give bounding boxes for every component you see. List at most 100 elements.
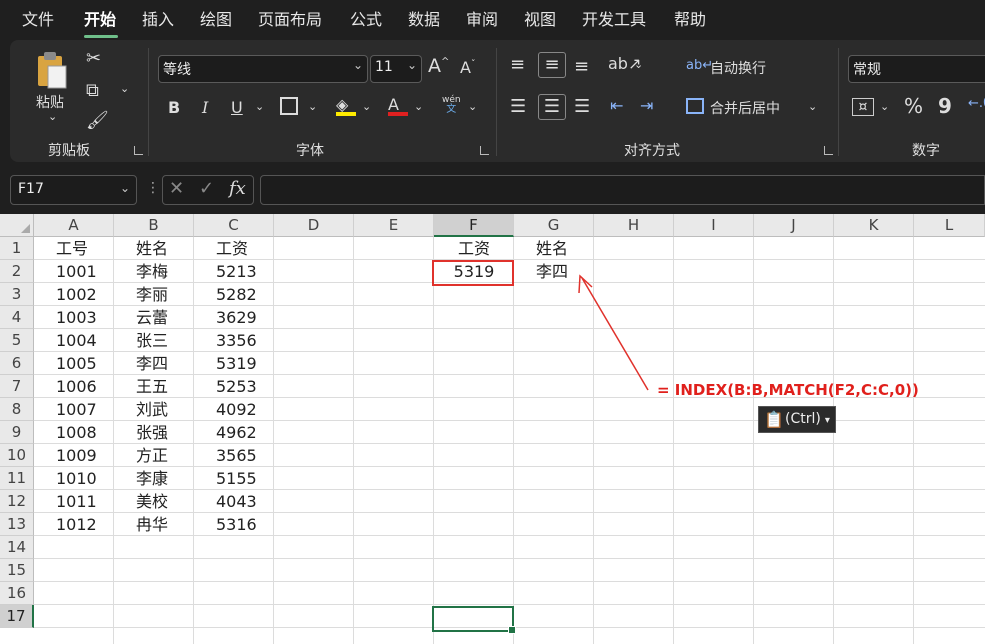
borders-icon[interactable] — [280, 97, 298, 115]
align-left-icon[interactable]: ☰ — [510, 96, 526, 117]
row-header-7[interactable]: 7 — [0, 375, 34, 398]
column-header-a[interactable]: A — [34, 214, 114, 237]
align-bottom-icon[interactable]: ≡ — [574, 56, 589, 77]
row-header-9[interactable]: 9 — [0, 421, 34, 444]
formula-input[interactable] — [260, 175, 985, 205]
tab-draw[interactable]: 绘图 — [200, 10, 232, 30]
row-header-8[interactable]: 8 — [0, 398, 34, 421]
row-header-12[interactable]: 12 — [0, 490, 34, 513]
increase-indent-icon[interactable]: ⇥ — [640, 96, 653, 115]
column-header-k[interactable]: K — [834, 214, 914, 237]
cell-id[interactable]: 1012 — [56, 513, 97, 536]
cell-name[interactable]: 方正 — [136, 444, 168, 467]
font-launcher-icon[interactable] — [480, 146, 489, 155]
percent-icon[interactable]: % — [904, 94, 923, 118]
cell-id[interactable]: 1003 — [56, 306, 97, 329]
more-options-icon[interactable]: ⋮ — [146, 180, 160, 196]
paste-button[interactable] — [34, 50, 72, 90]
tab-developer[interactable]: 开发工具 — [582, 10, 646, 30]
clipboard-launcher-icon[interactable] — [134, 146, 143, 155]
cut-icon[interactable]: ✂ — [86, 48, 101, 69]
cell-salary[interactable]: 5213 — [216, 260, 257, 283]
select-all-button[interactable] — [0, 214, 34, 237]
cell-salary[interactable]: 5155 — [216, 467, 257, 490]
name-box[interactable]: F17 ⌄ — [10, 175, 137, 205]
active-cell-selection[interactable] — [432, 606, 516, 634]
cell-salary[interactable]: 5282 — [216, 283, 257, 306]
currency-chevron-icon[interactable]: ⌄ — [880, 100, 889, 113]
increase-font-size-icon[interactable]: A^ — [428, 55, 449, 77]
paste-chevron-icon[interactable]: ⌄ — [48, 110, 57, 123]
row-header-17[interactable]: 17 — [0, 605, 34, 628]
cancel-icon[interactable]: ✕ — [169, 178, 184, 199]
format-painter-icon[interactable]: 🖌 — [86, 110, 109, 131]
tab-data[interactable]: 数据 — [408, 10, 440, 30]
cell-id[interactable]: 1007 — [56, 398, 97, 421]
cell-salary[interactable]: 4092 — [216, 398, 257, 421]
cell-salary[interactable]: 5319 — [216, 352, 257, 375]
wrap-text-button[interactable]: 自动换行 — [710, 58, 766, 78]
row-header-6[interactable]: 6 — [0, 352, 34, 375]
lookup-header-salary[interactable]: 工资 — [434, 237, 514, 260]
cell-name[interactable]: 李丽 — [136, 283, 168, 306]
tab-review[interactable]: 审阅 — [466, 10, 498, 30]
column-header-i[interactable]: I — [674, 214, 754, 237]
tab-home[interactable]: 开始 — [84, 10, 116, 30]
column-header-h[interactable]: H — [594, 214, 674, 237]
tab-file[interactable]: 文件 — [22, 10, 54, 30]
row-header-13[interactable]: 13 — [0, 513, 34, 536]
font-size-select[interactable]: 11 ⌄ — [370, 55, 422, 83]
cell-id[interactable]: 1001 — [56, 260, 97, 283]
underline-icon[interactable]: U — [231, 98, 243, 117]
column-header-e[interactable]: E — [354, 214, 434, 237]
row-header-16[interactable]: 16 — [0, 582, 34, 605]
tab-view[interactable]: 视图 — [524, 10, 556, 30]
lookup-name-result[interactable]: 李四 — [536, 260, 568, 283]
align-middle-icon[interactable]: ≡ — [538, 52, 566, 78]
column-header-c[interactable]: C — [194, 214, 274, 237]
fill-color-icon[interactable]: ◈ — [336, 95, 356, 116]
alignment-launcher-icon[interactable] — [824, 146, 833, 155]
column-header-f[interactable]: F — [434, 214, 514, 237]
header-id[interactable]: 工号 — [56, 237, 88, 260]
tab-help[interactable]: 帮助 — [674, 10, 706, 30]
row-header-2[interactable]: 2 — [0, 260, 34, 283]
cell-grid[interactable] — [34, 237, 985, 644]
cell-id[interactable]: 1009 — [56, 444, 97, 467]
cell-name[interactable]: 冉华 — [136, 513, 168, 536]
font-color-chevron-icon[interactable]: ⌄ — [414, 100, 423, 113]
cell-salary[interactable]: 4962 — [216, 421, 257, 444]
cell-salary[interactable]: 3629 — [216, 306, 257, 329]
borders-chevron-icon[interactable]: ⌄ — [308, 100, 317, 113]
comma-style-icon[interactable]: 9 — [938, 94, 952, 118]
lookup-header-name[interactable]: 姓名 — [536, 237, 568, 260]
row-header-5[interactable]: 5 — [0, 329, 34, 352]
cell-salary[interactable]: 5316 — [216, 513, 257, 536]
cell-salary[interactable]: 5253 — [216, 375, 257, 398]
cell-name[interactable]: 刘武 — [136, 398, 168, 421]
merge-center-button[interactable]: 合并后居中 — [710, 98, 780, 118]
bold-icon[interactable]: B — [168, 98, 180, 117]
underline-chevron-icon[interactable]: ⌄ — [255, 100, 264, 113]
row-header-3[interactable]: 3 — [0, 283, 34, 306]
tab-formulas[interactable]: 公式 — [350, 10, 382, 30]
cell-name[interactable]: 张三 — [136, 329, 168, 352]
column-header-b[interactable]: B — [114, 214, 194, 237]
cell-salary[interactable]: 4043 — [216, 490, 257, 513]
cell-salary[interactable]: 3565 — [216, 444, 257, 467]
decrease-font-size-icon[interactable]: Aˇ — [460, 58, 475, 77]
phonetic-guide-icon[interactable]: wén 文 — [442, 95, 461, 115]
row-header-10[interactable]: 10 — [0, 444, 34, 467]
phonetic-chevron-icon[interactable]: ⌄ — [468, 100, 477, 113]
cell-id[interactable]: 1004 — [56, 329, 97, 352]
cell-name[interactable]: 张强 — [136, 421, 168, 444]
merge-chevron-icon[interactable]: ⌄ — [808, 100, 817, 113]
cell-id[interactable]: 1002 — [56, 283, 97, 306]
worksheet-grid[interactable]: ABCDEFGHIJKL 1 2 3 4 5 6 7 8 9 10 11 12 13 14 15 16 17 工… — [0, 214, 985, 644]
cell-id[interactable]: 1011 — [56, 490, 97, 513]
column-header-d[interactable]: D — [274, 214, 354, 237]
column-header-j[interactable]: J — [754, 214, 834, 237]
cell-name[interactable]: 李康 — [136, 467, 168, 490]
header-name[interactable]: 姓名 — [136, 237, 168, 260]
header-salary[interactable]: 工资 — [216, 237, 248, 260]
